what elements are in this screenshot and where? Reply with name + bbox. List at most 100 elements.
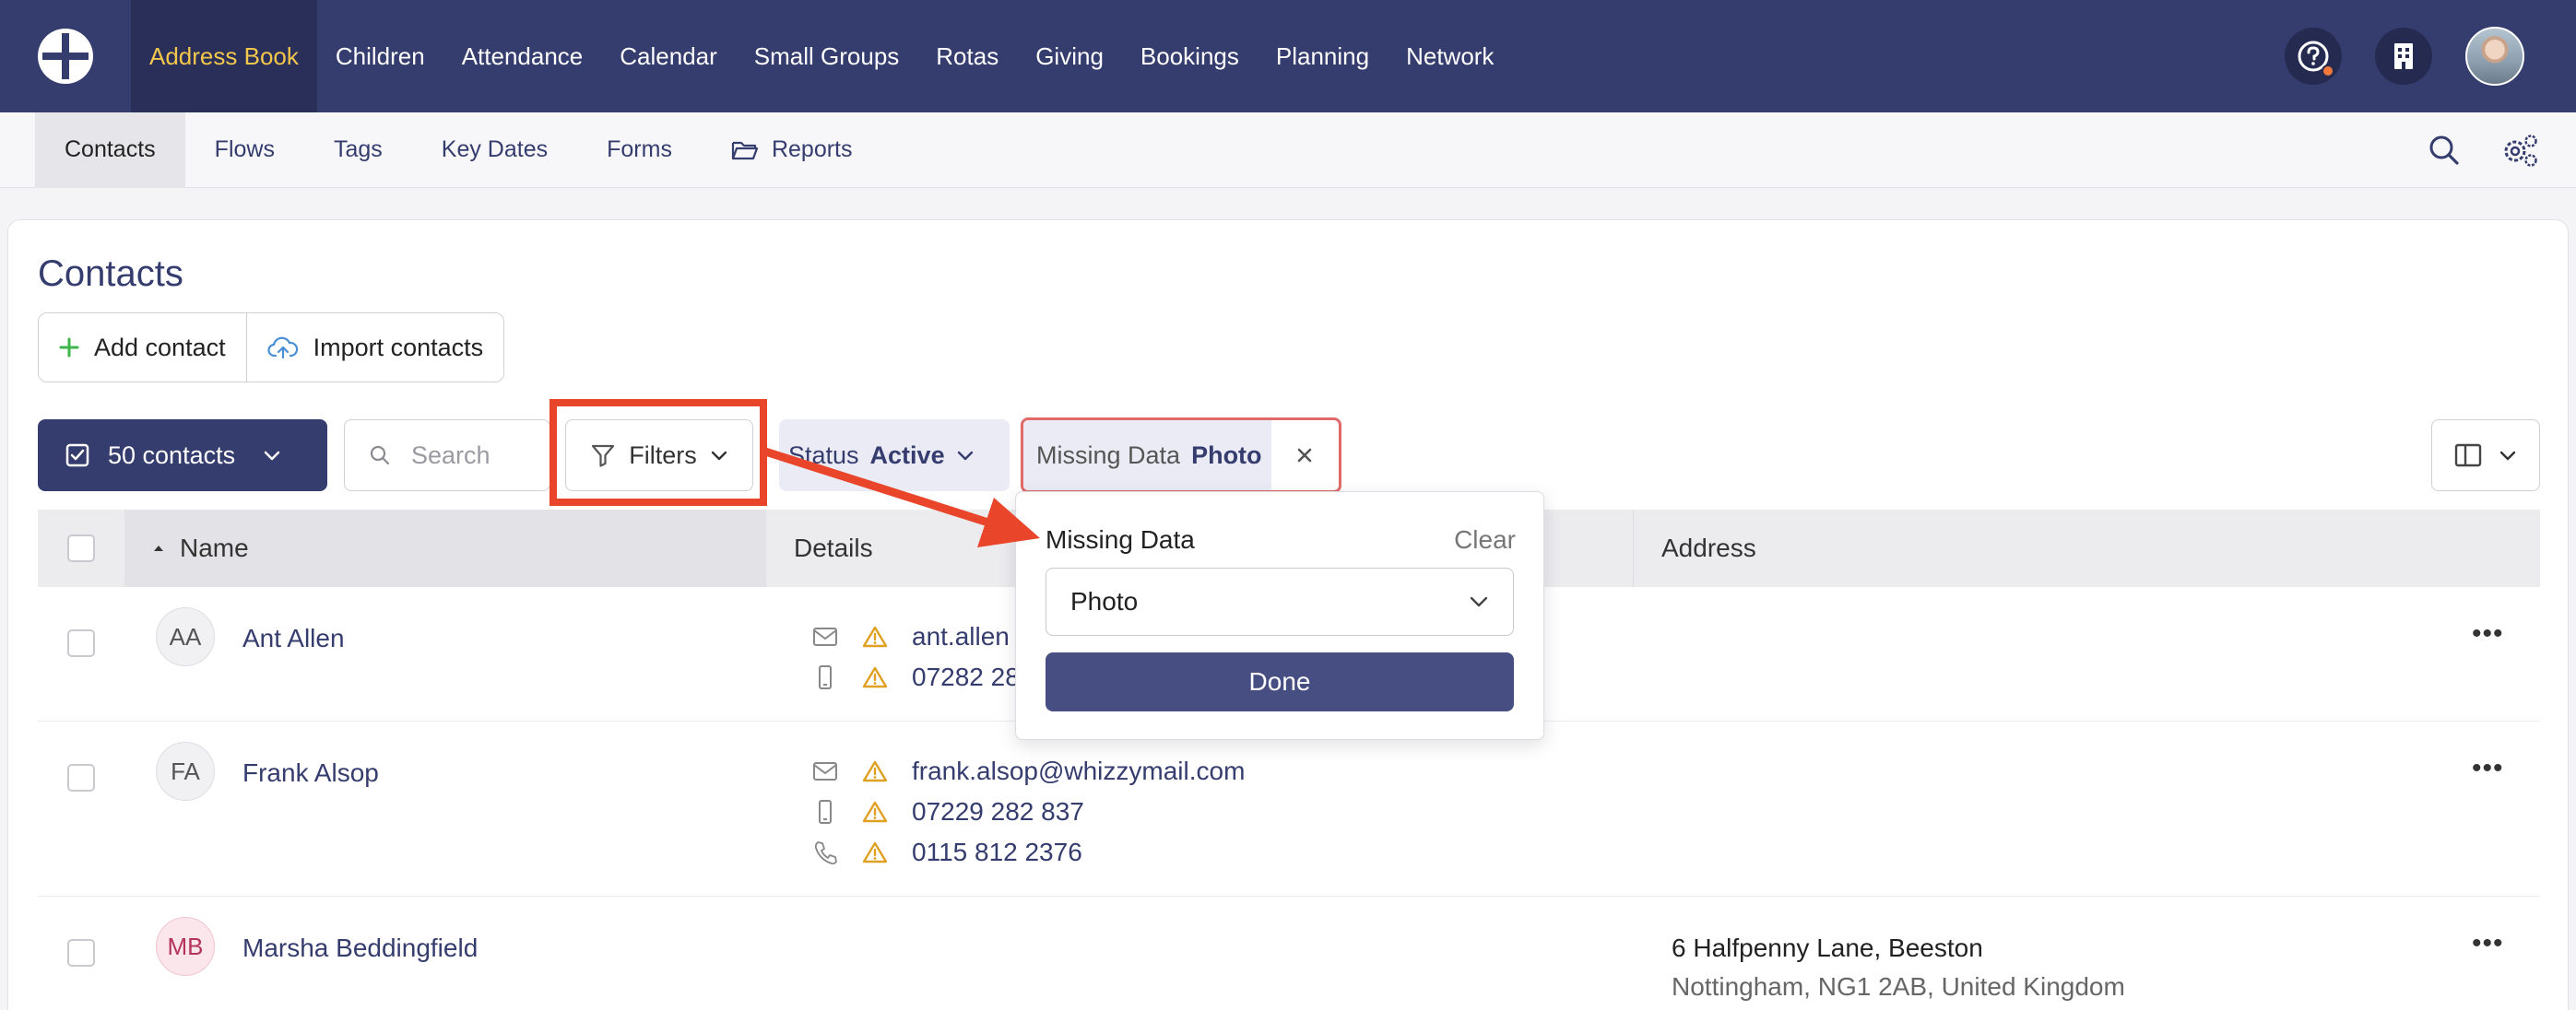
column-header-name[interactable]: Name [124,510,766,587]
mobile-line: 07229 282 837 [812,793,1084,830]
tab-reports[interactable]: Reports [702,112,882,188]
building-icon [2394,43,2413,69]
annotation-highlight-box [549,399,767,506]
mobile-link[interactable]: 07229 282 837 [912,797,1084,827]
address-line-1: 6 Halfpenny Lane, Beeston [1672,934,1983,962]
table-row: FA Frank Alsop frank.alsop@whizzymail.co… [38,722,2540,897]
remove-filter-button[interactable] [1271,420,1339,490]
nav-item-small-groups[interactable]: Small Groups [736,0,918,112]
email-line: ant.allen [812,618,1010,655]
row-more-button[interactable]: ••• [2472,753,2504,784]
contact-name-link[interactable]: Ant Allen [242,624,345,653]
email-icon [813,762,837,781]
tab-tags[interactable]: Tags [304,112,412,188]
warning-icon [862,626,888,648]
top-navigation: Address Book Children Attendance Calenda… [0,0,2576,112]
nav-item-bookings[interactable]: Bookings [1122,0,1258,112]
logo[interactable] [0,0,131,112]
warning-icon [862,841,888,863]
email-icon [813,628,837,646]
chevron-down-icon [264,451,280,461]
contacts-card: Contacts Add contact Import contacts 50 … [7,219,2569,1010]
contact-count: 50 contacts [108,440,236,469]
search-icon[interactable] [2428,135,2460,166]
mobile-phone-icon [819,800,832,824]
organisation-button[interactable] [2375,28,2432,85]
row-checkbox[interactable] [67,629,95,657]
nav-right-actions [2285,0,2576,112]
settings-gears-icon[interactable] [2500,133,2539,168]
checkbox-checked-icon [65,443,89,467]
chevron-down-icon [1470,596,1488,607]
column-header-address: Address [1633,510,1756,587]
folder-open-icon [731,141,759,159]
row-more-button[interactable]: ••• [2472,618,2504,650]
mobile-link[interactable]: 07282 28 [912,663,1020,692]
clear-filter-link[interactable]: Clear [1454,525,1516,555]
nav-item-attendance[interactable]: Attendance [443,0,602,112]
contact-actions: Add contact Import contacts [38,312,505,382]
avatar: FA [156,742,215,801]
chevron-down-icon [2499,451,2516,461]
warning-icon [862,666,888,688]
mobile-line: 07282 28 [812,659,1020,696]
cloud-upload-icon [266,336,298,359]
logo-icon [38,29,93,84]
user-avatar[interactable] [2465,27,2524,86]
email-link[interactable]: frank.alsop@whizzymail.com [912,757,1245,786]
avatar: MB [156,917,215,976]
sub-navigation: Contacts Flows Tags Key Dates Forms Repo… [0,112,2576,188]
contact-name-link[interactable]: Frank Alsop [242,758,379,788]
phone-line: 0115 812 2376 [812,834,1082,871]
search-field[interactable] [344,419,550,491]
phone-icon [814,841,837,864]
sort-ascending-icon [154,546,163,551]
plus-icon [59,337,79,358]
phone-link[interactable]: 0115 812 2376 [912,838,1082,867]
done-button[interactable]: Done [1046,652,1514,711]
nav-item-rotas[interactable]: Rotas [917,0,1017,112]
missing-data-chip-label[interactable]: Missing Data Photo [1023,420,1271,490]
warning-icon [862,801,888,823]
contact-name-link[interactable]: Marsha Beddingfield [242,934,478,963]
nav-item-network[interactable]: Network [1388,0,1512,112]
notification-dot [2322,65,2334,77]
chevron-down-icon [957,451,973,461]
warning-icon [862,760,888,782]
tab-forms[interactable]: Forms [577,112,702,188]
help-button[interactable] [2285,28,2342,85]
avatar: AA [156,607,215,666]
close-icon [1297,448,1312,463]
email-link[interactable]: ant.allen [912,622,1010,652]
address-line-2: Nottingham, NG1 2AB, United Kingdom [1672,972,2125,1001]
bulk-select-dropdown[interactable]: 50 contacts [38,419,327,491]
missing-data-popover: Missing Data Clear Photo Done [1015,491,1544,740]
tab-contacts[interactable]: Contacts [35,112,185,188]
row-more-button[interactable]: ••• [2472,928,2504,959]
import-contacts-button[interactable]: Import contacts [245,313,504,382]
nav-item-address-book[interactable]: Address Book [131,0,317,112]
tab-flows[interactable]: Flows [185,112,304,188]
email-line: frank.alsop@whizzymail.com [812,753,1245,790]
sub-nav-actions [2428,112,2539,188]
nav-item-giving[interactable]: Giving [1017,0,1122,112]
columns-toggle-button[interactable] [2431,419,2540,491]
row-checkbox[interactable] [67,764,95,792]
columns-icon [2454,443,2482,467]
add-contact-button[interactable]: Add contact [39,313,246,382]
popover-label: Missing Data [1046,525,1195,554]
missing-data-select[interactable]: Photo [1046,568,1514,636]
search-icon [370,445,390,465]
select-all-checkbox[interactable] [67,534,95,562]
mobile-phone-icon [819,665,832,689]
nav-item-calendar[interactable]: Calendar [601,0,736,112]
table-row: MB Marsha Beddingfield 6 Halfpenny Lane,… [38,897,2540,1010]
missing-data-filter-chip[interactable]: Missing Data Photo [1021,417,1341,493]
nav-item-planning[interactable]: Planning [1258,0,1388,112]
row-checkbox[interactable] [67,939,95,967]
page-title: Contacts [38,253,183,294]
status-filter-chip[interactable]: Status Active [779,419,1010,491]
nav-item-children[interactable]: Children [317,0,443,112]
tab-key-dates[interactable]: Key Dates [412,112,577,188]
search-input[interactable] [411,440,531,470]
